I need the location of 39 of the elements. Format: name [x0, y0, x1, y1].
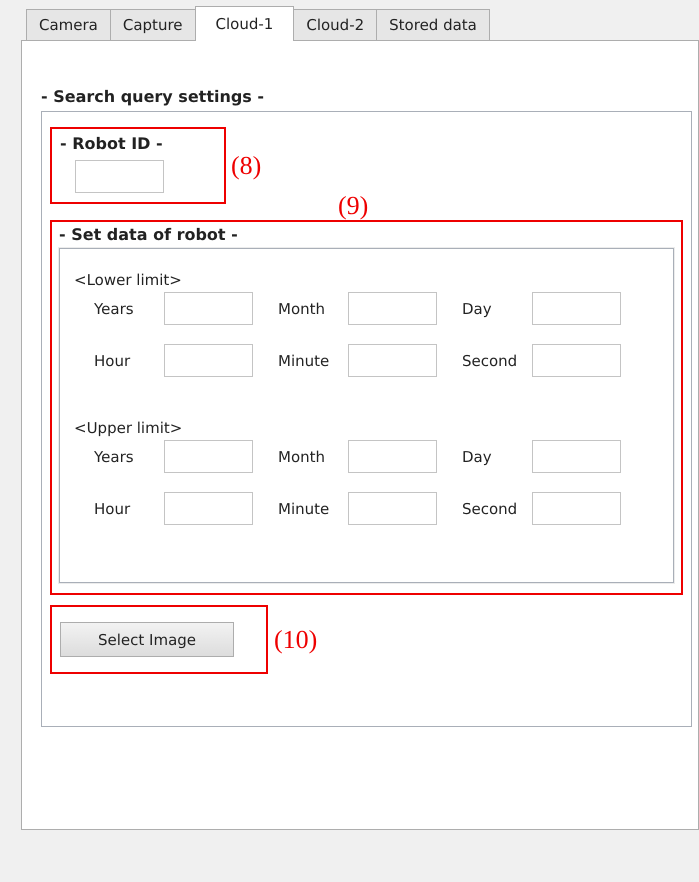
field-label: Minute: [278, 500, 330, 518]
select-image-button[interactable]: Select Image: [60, 622, 234, 657]
input-field[interactable]: [348, 492, 437, 525]
annotation-label: (8): [231, 150, 262, 180]
field-label: Month: [278, 448, 326, 466]
group-title: - Search query settings -: [41, 87, 266, 106]
input-field[interactable]: [164, 344, 253, 377]
input-field[interactable]: [348, 440, 437, 473]
input-field[interactable]: [164, 440, 253, 473]
tab[interactable]: Stored data: [376, 9, 490, 40]
tab[interactable]: Capture: [110, 9, 196, 40]
group-title: - Set data of robot -: [59, 225, 239, 244]
input-field[interactable]: [532, 440, 621, 473]
field-label: Minute: [278, 352, 330, 370]
field-label: Second: [462, 352, 518, 370]
field-label: Years: [94, 448, 135, 466]
input-field[interactable]: [164, 492, 253, 525]
field-label: Years: [94, 300, 135, 318]
input-field[interactable]: [348, 292, 437, 325]
field-label: Second: [462, 500, 518, 518]
group-title: - Robot ID -: [60, 134, 164, 153]
field-label: Month: [278, 300, 326, 318]
field-label: Day: [462, 448, 493, 466]
input-field[interactable]: [532, 492, 621, 525]
field-label: Day: [462, 300, 493, 318]
input-field[interactable]: [348, 344, 437, 377]
limit-heading: <Upper limit>: [74, 419, 184, 437]
input-field[interactable]: [532, 344, 621, 377]
field-label: Hour: [94, 500, 132, 518]
tab[interactable]: Camera: [26, 9, 111, 40]
annotation-label: (9): [338, 192, 370, 220]
input-field[interactable]: [164, 292, 253, 325]
input-field[interactable]: [532, 292, 621, 325]
field-label: Hour: [94, 352, 132, 370]
robot-id-field[interactable]: [75, 160, 164, 193]
annotation-label: (10): [274, 624, 318, 654]
tab[interactable]: Cloud-2: [293, 9, 378, 40]
limit-heading: <Lower limit>: [74, 271, 183, 289]
tab[interactable]: Cloud-1: [194, 6, 294, 41]
